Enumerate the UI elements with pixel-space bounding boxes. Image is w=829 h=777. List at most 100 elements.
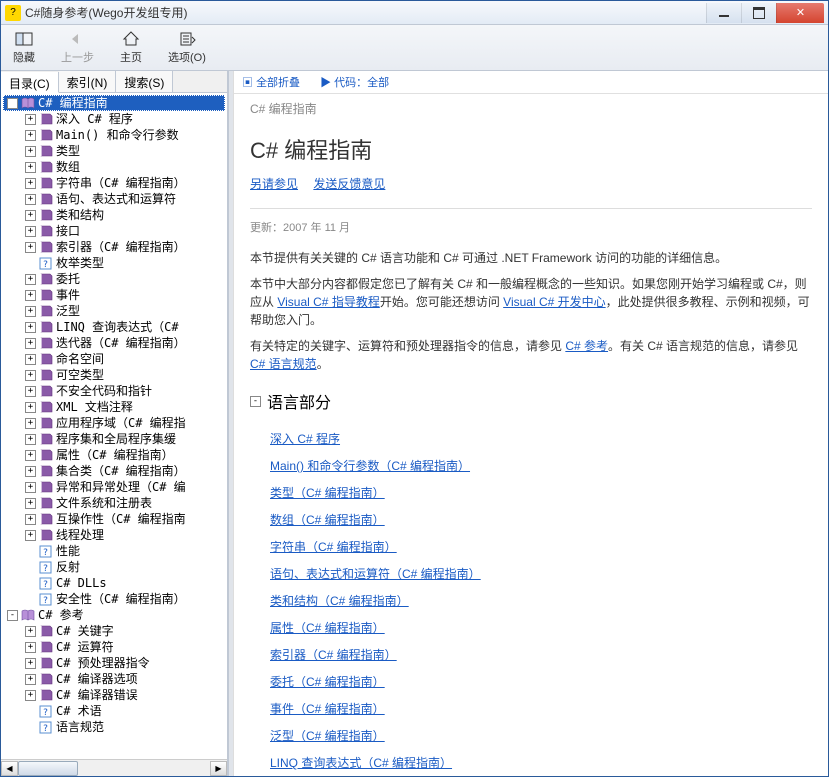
topic-link[interactable]: 事件（C# 编程指南） bbox=[270, 695, 812, 722]
tree-node[interactable]: +LINQ 查询表达式（C# bbox=[3, 319, 225, 335]
tree-node[interactable]: +事件 bbox=[3, 287, 225, 303]
tree-node[interactable]: +不安全代码和指针 bbox=[3, 383, 225, 399]
index-tab[interactable]: 索引(N) bbox=[59, 71, 117, 92]
tree-node[interactable]: +命名空间 bbox=[3, 351, 225, 367]
scroll-thumb[interactable] bbox=[18, 761, 78, 776]
tree-node[interactable]: ?C# DLLs bbox=[3, 575, 225, 591]
expand-icon[interactable]: + bbox=[25, 658, 36, 669]
titlebar[interactable]: ? C#随身参考(Wego开发组专用) bbox=[1, 1, 828, 25]
tree-node[interactable]: +语句、表达式和运算符 bbox=[3, 191, 225, 207]
scroll-right-button[interactable]: ▶ bbox=[210, 761, 227, 776]
csharp-reference-link[interactable]: C# 参考 bbox=[565, 339, 608, 353]
tree-node[interactable]: -C# 编程指南 bbox=[3, 95, 225, 111]
expand-icon[interactable]: + bbox=[25, 114, 36, 125]
expand-icon[interactable]: + bbox=[25, 370, 36, 381]
collapse-section-icon[interactable]: - bbox=[250, 396, 261, 407]
expand-icon[interactable]: + bbox=[25, 322, 36, 333]
scroll-track[interactable] bbox=[18, 761, 210, 776]
tree-node[interactable]: +深入 C# 程序 bbox=[3, 111, 225, 127]
tree-node[interactable]: +C# 编译器选项 bbox=[3, 671, 225, 687]
expand-icon[interactable]: + bbox=[25, 402, 36, 413]
topic-link[interactable]: Main() 和命令行参数（C# 编程指南） bbox=[270, 452, 812, 479]
tree-node[interactable]: +数组 bbox=[3, 159, 225, 175]
topic-link[interactable]: 属性（C# 编程指南） bbox=[270, 614, 812, 641]
tree-node[interactable]: +字符串（C# 编程指南） bbox=[3, 175, 225, 191]
feedback-link[interactable]: 发送反馈意见 bbox=[313, 177, 385, 191]
tree-node[interactable]: +应用程序域（C# 编程指 bbox=[3, 415, 225, 431]
tree-node[interactable]: +异常和异常处理（C# 编 bbox=[3, 479, 225, 495]
tree-node[interactable]: +集合类（C# 编程指南） bbox=[3, 463, 225, 479]
expand-icon[interactable]: + bbox=[25, 514, 36, 525]
expand-icon[interactable]: + bbox=[25, 450, 36, 461]
expand-icon[interactable]: + bbox=[25, 162, 36, 173]
expand-icon[interactable]: + bbox=[25, 130, 36, 141]
expand-icon[interactable]: + bbox=[25, 674, 36, 685]
tree-node[interactable]: +泛型 bbox=[3, 303, 225, 319]
home-button[interactable]: 主页 bbox=[114, 28, 148, 67]
hide-button[interactable]: 隐藏 bbox=[7, 28, 41, 67]
minimize-button[interactable] bbox=[706, 3, 741, 23]
expand-icon[interactable]: + bbox=[25, 466, 36, 477]
tree-node[interactable]: ?安全性（C# 编程指南） bbox=[3, 591, 225, 607]
tree-node[interactable]: ?语言规范 bbox=[3, 719, 225, 735]
tree-node[interactable]: +文件系统和注册表 bbox=[3, 495, 225, 511]
expand-icon[interactable]: + bbox=[25, 338, 36, 349]
tree-node[interactable]: ?反射 bbox=[3, 559, 225, 575]
contents-tree[interactable]: -C# 编程指南+深入 C# 程序+Main() 和命令行参数+类型+数组+字符… bbox=[1, 93, 227, 759]
tree-node[interactable]: +XML 文档注释 bbox=[3, 399, 225, 415]
collapse-all-link[interactable]: ▣ 全部折叠 bbox=[242, 74, 300, 90]
topic-link[interactable]: 深入 C# 程序 bbox=[270, 425, 812, 452]
expand-icon[interactable]: - bbox=[7, 98, 18, 109]
tree-node[interactable]: +类和结构 bbox=[3, 207, 225, 223]
visual-csharp-dev-center-link[interactable]: Visual C# 开发中心 bbox=[503, 295, 605, 309]
tree-node[interactable]: +程序集和全局程序集缓 bbox=[3, 431, 225, 447]
tree-node[interactable]: ?C# 术语 bbox=[3, 703, 225, 719]
search-tab[interactable]: 搜索(S) bbox=[116, 71, 173, 92]
tree-node[interactable]: ?枚举类型 bbox=[3, 255, 225, 271]
tree-node[interactable]: +可空类型 bbox=[3, 367, 225, 383]
see-also-link[interactable]: 另请参见 bbox=[250, 177, 298, 191]
tree-node[interactable]: +索引器（C# 编程指南） bbox=[3, 239, 225, 255]
expand-icon[interactable]: + bbox=[25, 354, 36, 365]
expand-icon[interactable]: + bbox=[25, 194, 36, 205]
expand-icon[interactable]: + bbox=[25, 690, 36, 701]
expand-icon[interactable]: + bbox=[25, 306, 36, 317]
expand-icon[interactable]: + bbox=[25, 434, 36, 445]
topic-link[interactable]: 委托（C# 编程指南） bbox=[270, 668, 812, 695]
expand-icon[interactable]: + bbox=[25, 274, 36, 285]
tree-node[interactable]: +互操作性（C# 编程指南 bbox=[3, 511, 225, 527]
topic-link[interactable]: 类型（C# 编程指南） bbox=[270, 479, 812, 506]
tree-node[interactable]: +C# 运算符 bbox=[3, 639, 225, 655]
expand-icon[interactable]: + bbox=[25, 418, 36, 429]
tree-node[interactable]: +C# 编译器错误 bbox=[3, 687, 225, 703]
topic-link[interactable]: 类和结构（C# 编程指南） bbox=[270, 587, 812, 614]
expand-icon[interactable]: + bbox=[25, 178, 36, 189]
expand-icon[interactable]: + bbox=[25, 146, 36, 157]
topic-link[interactable]: 语句、表达式和运算符（C# 编程指南） bbox=[270, 560, 812, 587]
expand-icon[interactable]: + bbox=[25, 530, 36, 541]
tree-node[interactable]: +迭代器（C# 编程指南） bbox=[3, 335, 225, 351]
tree-node[interactable]: +接口 bbox=[3, 223, 225, 239]
expand-icon[interactable]: - bbox=[7, 610, 18, 621]
expand-icon[interactable]: + bbox=[25, 626, 36, 637]
tree-node[interactable]: -C# 参考 bbox=[3, 607, 225, 623]
maximize-button[interactable] bbox=[741, 3, 776, 23]
options-button[interactable]: 选项(O) bbox=[162, 28, 212, 67]
tree-node[interactable]: +属性（C# 编程指南） bbox=[3, 447, 225, 463]
expand-icon[interactable]: + bbox=[25, 386, 36, 397]
expand-icon[interactable]: + bbox=[25, 290, 36, 301]
topic-link[interactable]: 数组（C# 编程指南） bbox=[270, 506, 812, 533]
tree-horizontal-scrollbar[interactable]: ◀ ▶ bbox=[1, 759, 227, 776]
tree-node[interactable]: +C# 预处理器指令 bbox=[3, 655, 225, 671]
scroll-left-button[interactable]: ◀ bbox=[1, 761, 18, 776]
expand-icon[interactable]: + bbox=[25, 498, 36, 509]
expand-icon[interactable]: + bbox=[25, 210, 36, 221]
topic-link[interactable]: 索引器（C# 编程指南） bbox=[270, 641, 812, 668]
tree-node[interactable]: +委托 bbox=[3, 271, 225, 287]
topic-link[interactable]: 字符串（C# 编程指南） bbox=[270, 533, 812, 560]
tree-node[interactable]: +类型 bbox=[3, 143, 225, 159]
tree-node[interactable]: +Main() 和命令行参数 bbox=[3, 127, 225, 143]
csharp-spec-link[interactable]: C# 语言规范 bbox=[250, 357, 317, 371]
back-button[interactable]: 上一步 bbox=[55, 28, 100, 67]
visual-csharp-tutorial-link[interactable]: Visual C# 指导教程 bbox=[277, 295, 379, 309]
